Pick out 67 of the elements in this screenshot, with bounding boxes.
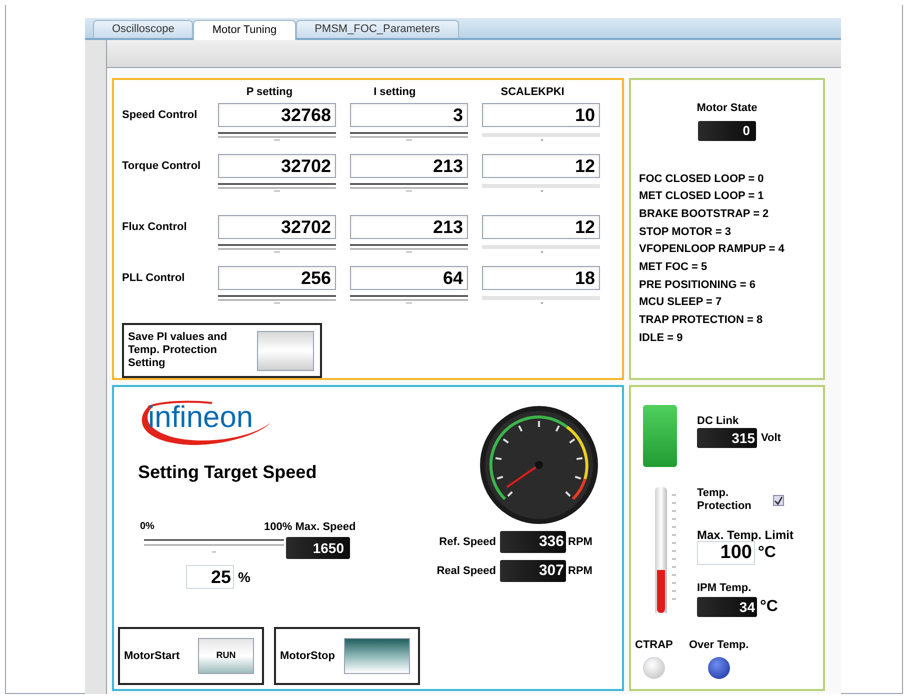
state-legend-item: FOC CLOSED LOOP = 0: [639, 172, 765, 186]
number-field[interactable]: 32768: [218, 102, 336, 127]
number-field[interactable]: 64: [350, 266, 468, 290]
button-label: Save PI values and Temp. Protection Setting: [128, 331, 228, 370]
unit-label: %: [238, 568, 250, 586]
column-header: P setting: [245, 85, 294, 100]
slider-min-label: 0%: [140, 520, 154, 534]
slider-max-label: 100% Max. Speed: [264, 520, 356, 535]
column-header: SCALEKPKI: [500, 85, 566, 100]
tab[interactable]: Oscilloscope: [93, 20, 194, 38]
button-label: MotorStart: [124, 648, 180, 664]
dc-link-label: DC Link: [697, 414, 739, 429]
digital-display: 1650: [286, 537, 350, 559]
temp-limit-field[interactable]: 100: [697, 541, 755, 565]
number-field[interactable]: 213: [350, 214, 468, 239]
number-field[interactable]: 213: [350, 154, 468, 178]
tab[interactable]: PMSM_FOC_Parameters: [296, 20, 459, 38]
unit-label: °C: [758, 543, 776, 563]
check-icon: [774, 496, 783, 505]
number-field[interactable]: 10: [482, 102, 600, 127]
state-legend-item: MCU SLEEP = 7: [639, 295, 723, 310]
digital-display: 315: [697, 428, 757, 448]
row-label: Speed Control: [122, 108, 198, 123]
tab[interactable]: Motor Tuning: [193, 20, 296, 40]
number-field[interactable]: 32702: [218, 154, 336, 178]
logo-text: infineon: [148, 401, 254, 435]
state-legend-item: TRAP PROTECTION = 8: [639, 313, 764, 328]
row-label: Flux Control: [122, 220, 187, 235]
panel-label: Motor State: [696, 101, 758, 116]
row-label: PLL Control: [122, 270, 185, 286]
speed-label: Real Speed: [436, 564, 497, 579]
checkbox[interactable]: [773, 495, 784, 506]
indicator-label: CTRAP: [635, 638, 673, 653]
number-field[interactable]: 12: [482, 214, 600, 239]
speed-label: Ref. Speed: [438, 534, 497, 550]
button-label: MotorStop: [280, 648, 335, 664]
number-field[interactable]: 18: [482, 266, 600, 290]
indicator-label: Over Temp.: [689, 638, 749, 653]
state-legend-item: IDLE = 9: [639, 330, 684, 346]
state-legend-item: MET CLOSED LOOP = 1: [639, 189, 765, 204]
state-legend-item: BRAKE BOOTSTRAP = 2: [639, 206, 770, 222]
ipm-temp-label: IPM Temp.: [697, 581, 752, 596]
digital-display: 336: [500, 531, 566, 553]
run-button[interactable]: RUN: [198, 638, 254, 674]
unit-label: °C: [760, 597, 778, 617]
save-button[interactable]: [256, 330, 314, 371]
state-legend-item: PRE POSITIONING = 6: [639, 278, 756, 293]
unit-label: RPM: [568, 534, 592, 550]
digital-display: 307: [500, 560, 566, 582]
percent-field[interactable]: 25: [186, 565, 234, 589]
column-header: I setting: [372, 85, 417, 100]
digital-display: 0: [698, 120, 756, 140]
state-legend-item: VFOPENLOOP RAMPUP = 4: [639, 242, 784, 258]
section-title: Setting Target Speed: [138, 461, 317, 484]
unit-label: Volt: [761, 430, 781, 446]
number-field[interactable]: 32702: [218, 214, 336, 239]
unit-label: RPM: [568, 564, 592, 579]
number-field[interactable]: 12: [482, 154, 600, 178]
number-field[interactable]: 256: [218, 266, 336, 290]
state-legend-item: STOP MOTOR = 3: [639, 224, 732, 240]
limit-label: Max. Temp. Limit: [697, 527, 794, 544]
digital-display: 34: [697, 597, 757, 617]
number-field[interactable]: 3: [350, 102, 468, 127]
checkbox-label: Temp. Protection: [697, 487, 752, 513]
row-label: Torque Control: [122, 158, 201, 174]
stop-button[interactable]: [344, 638, 410, 674]
state-legend-item: MET FOC = 5: [639, 260, 708, 276]
